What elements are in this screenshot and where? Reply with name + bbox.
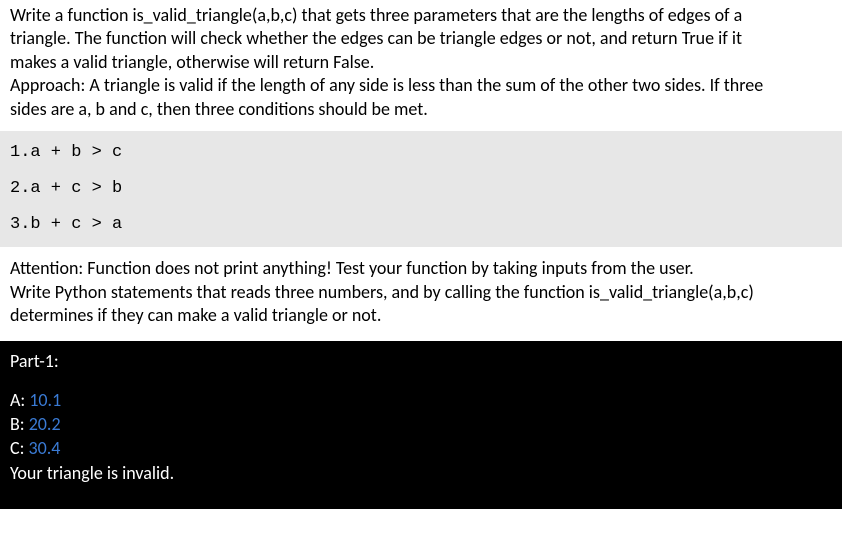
value-b: 20.2 [29,413,61,435]
attention-line: Attention: Function does not print anyth… [10,257,832,280]
attention-line: determines if they can make a valid tria… [10,304,832,327]
conditions-code-block: 1.a + b > c 2.a + c > b 3.b + c > a [0,131,842,247]
attention-block: Attention: Function does not print anyth… [0,247,842,341]
terminal-output: Part-1: A: 10.1 B: 20.2 C: 30.4 Your tri… [0,341,842,508]
prompt-a: A: [10,389,29,411]
attention-line: Write Python statements that reads three… [10,281,832,304]
value-a: 10.1 [29,389,61,411]
terminal-row-b: B: 20.2 [10,412,832,436]
problem-line: sides are a, b and c, then three conditi… [10,98,832,121]
value-c: 30.4 [28,437,60,459]
condition-line: 2.a + c > b [10,171,832,207]
prompt-c: C: [10,437,28,459]
terminal-row-a: A: 10.1 [10,388,832,412]
condition-line: 3.b + c > a [10,207,832,243]
problem-line: Approach: A triangle is valid if the len… [10,74,832,97]
problem-line: makes a valid triangle, otherwise will r… [10,51,832,74]
terminal-row-c: C: 30.4 [10,436,832,460]
prompt-b: B: [10,413,29,435]
problem-line: triangle. The function will check whethe… [10,27,832,50]
terminal-result: Your triangle is invalid. [10,461,832,485]
problem-line: Write a function is_valid_triangle(a,b,c… [10,4,832,27]
problem-statement: Write a function is_valid_triangle(a,b,c… [0,0,842,127]
terminal-part-label: Part-1: [10,349,832,373]
condition-line: 1.a + b > c [10,135,832,171]
